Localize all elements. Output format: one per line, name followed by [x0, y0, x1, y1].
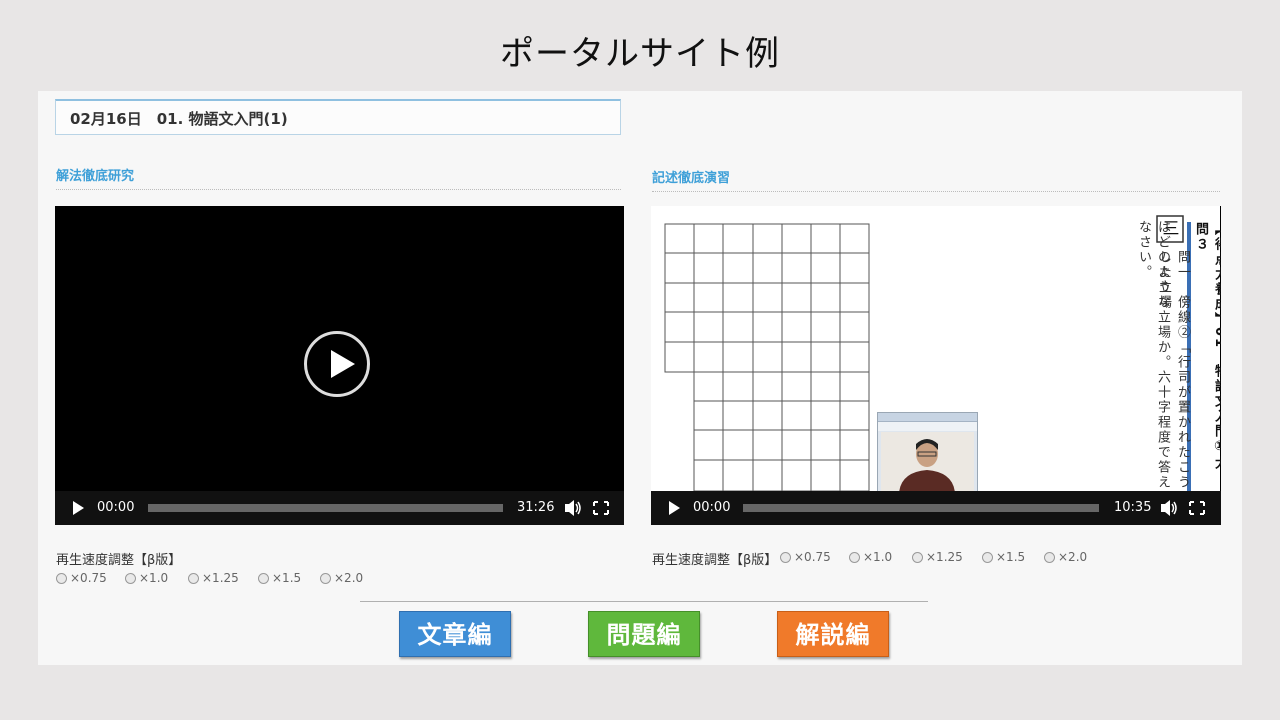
speed-label-right: 再生速度調整【β版】 [652, 553, 778, 568]
radio-icon[interactable] [780, 551, 791, 563]
radio-icon[interactable] [125, 572, 136, 584]
speed-option[interactable]: ×1.0 [125, 571, 168, 585]
player-controls-right: 00:00 10:35 [651, 491, 1221, 525]
section-title-right: 記述徹底演習 [652, 167, 1220, 192]
speed-option[interactable]: ×1.25 [188, 571, 239, 585]
speed-option[interactable]: ×1.25 [912, 550, 963, 564]
text-section-button[interactable]: 文章編 [399, 611, 511, 657]
play-icon[interactable] [71, 491, 85, 525]
speed-label-left: 再生速度調整【β版】 [56, 553, 182, 568]
divider [360, 601, 928, 602]
radio-icon[interactable] [1044, 551, 1055, 563]
section-title-left: 解法徹底研究 [56, 165, 621, 190]
speed-option[interactable]: ×0.75 [56, 571, 107, 585]
radio-icon[interactable] [849, 551, 860, 563]
progress-track[interactable] [743, 504, 1099, 512]
player-controls-left: 00:00 31:26 [55, 491, 624, 525]
play-icon[interactable] [667, 491, 681, 525]
explanation-section-button[interactable]: 解説編 [777, 611, 889, 657]
volume-icon[interactable] [1159, 491, 1177, 525]
big-play-icon[interactable] [304, 331, 370, 397]
speed-option[interactable]: ×1.5 [258, 571, 301, 585]
video-player-left[interactable]: 00:00 31:26 [55, 206, 624, 525]
webcam-window [877, 412, 978, 492]
video-player-right[interactable]: 【得点力養成】01．物語文入門①大問３ 三 問一 傍線②「行司が置かれたこうした… [651, 206, 1221, 525]
speed-option[interactable]: ×2.0 [1044, 550, 1087, 564]
worksheet-frame: 【得点力養成】01．物語文入門①大問３ 三 問一 傍線②「行司が置かれたこうした… [651, 206, 1221, 492]
webcam-titlebar [878, 413, 977, 422]
current-time: 00:00 [693, 500, 731, 515]
question-line-2: はどのような立場か。六十字程度で答えなさい。 [1136, 220, 1170, 490]
radio-icon[interactable] [912, 551, 923, 563]
lesson-header: 02月16日 01. 物語文入門(1) [55, 99, 621, 135]
webcam-menubar [878, 422, 977, 431]
radio-icon[interactable] [188, 572, 199, 584]
speed-option[interactable]: ×0.75 [780, 550, 831, 564]
speed-option[interactable]: ×1.0 [849, 550, 892, 564]
problem-section-button[interactable]: 問題編 [588, 611, 700, 657]
radio-icon[interactable] [320, 572, 331, 584]
worksheet-heading: 【得点力養成】01．物語文入門①大問３ [1193, 222, 1221, 472]
volume-icon[interactable] [563, 491, 581, 525]
webcam-video [881, 432, 974, 491]
speed-option[interactable]: ×2.0 [320, 571, 363, 585]
fullscreen-icon[interactable] [593, 491, 609, 525]
portal-panel: 02月16日 01. 物語文入門(1) 解法徹底研究 00:00 31:26 再… [38, 91, 1242, 665]
radio-icon[interactable] [56, 572, 67, 584]
progress-track[interactable] [148, 504, 503, 512]
speed-option[interactable]: ×1.5 [982, 550, 1025, 564]
slide-title: ポータルサイト例 [500, 34, 780, 74]
current-time: 00:00 [97, 500, 135, 515]
radio-icon[interactable] [982, 551, 993, 563]
duration: 10:35 [1114, 500, 1152, 515]
radio-icon[interactable] [258, 572, 269, 584]
fullscreen-icon[interactable] [1189, 491, 1205, 525]
duration: 31:26 [517, 500, 555, 515]
